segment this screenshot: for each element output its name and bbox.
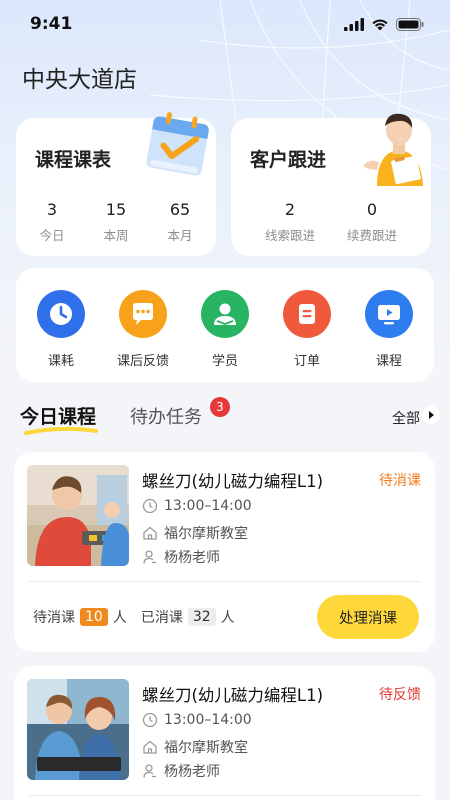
stat-value: 3	[46, 200, 58, 219]
stat-value: 65	[169, 200, 191, 219]
quick-action-courses[interactable]: 课程	[353, 290, 425, 369]
course-screen-icon	[365, 290, 413, 338]
battery-icon	[396, 17, 424, 31]
view-all-link[interactable]: 全部	[392, 408, 420, 428]
quick-action-orders[interactable]: 订单	[271, 290, 343, 369]
calendar-check-icon	[146, 112, 209, 176]
card-divider	[28, 581, 421, 582]
course-schedule-card[interactable]: 课程课表 3 今日 15 本周 65 本月	[16, 112, 216, 256]
quick-action-label: 学员	[211, 354, 238, 369]
followup-stats: 2 线索跟进 0 续费跟进	[231, 200, 431, 244]
course-photo	[27, 465, 129, 566]
person-outline-icon	[143, 764, 156, 778]
quick-action-label: 订单	[293, 354, 320, 369]
clock-icon	[37, 290, 85, 338]
tab-today-courses[interactable]: 今日课程	[20, 402, 96, 429]
pending-count-badge: 10	[80, 608, 108, 626]
quick-actions-row: 课耗 课后反馈 学员 订单 课程	[16, 290, 434, 369]
course-room: 福尔摩斯教室	[164, 526, 248, 542]
customer-followup-card[interactable]: 客户跟进 2 线索跟进 0 续费跟进	[231, 113, 431, 256]
course-tabs: 今日课程 待办任务 3 全部	[20, 397, 440, 440]
order-icon	[283, 290, 331, 338]
customer-followup-title: 客户跟进	[250, 149, 327, 171]
stat-value: 2	[284, 200, 296, 219]
course-status: 待反馈	[379, 687, 421, 703]
unit-label: 人	[112, 610, 127, 626]
home-outline-icon	[143, 740, 157, 754]
card-divider	[28, 795, 421, 796]
unit-label: 人	[220, 610, 235, 626]
status-time: 9:41	[30, 14, 73, 34]
arrow-right-icon[interactable]	[422, 406, 440, 424]
clock-outline-icon	[142, 498, 158, 514]
pending-label: 待消课	[33, 610, 75, 626]
course-teacher-line: 杨杨老师	[142, 761, 220, 781]
course-time: 13:00–14:00	[164, 498, 252, 514]
course-photo	[27, 679, 129, 780]
home-outline-icon	[143, 526, 157, 540]
stat-label: 今日	[39, 228, 65, 243]
quick-action-students[interactable]: 学员	[189, 290, 261, 369]
done-label: 已消课	[140, 610, 183, 626]
attendance-counts: 待消课 10 人 已消课 32 人	[33, 607, 235, 627]
course-time-line: 13:00–14:00	[142, 712, 252, 728]
stat-label: 续费跟进	[346, 228, 397, 243]
person-outline-icon	[143, 550, 156, 564]
stat-label: 本月	[167, 228, 193, 243]
quick-action-consumption[interactable]: 课耗	[25, 290, 97, 369]
course-schedule-title: 课程课表	[35, 149, 112, 171]
todo-count-badge: 3	[210, 397, 230, 417]
course-name: 螺丝刀(幼儿磁力编程L1)	[142, 686, 324, 705]
clock-outline-icon	[142, 712, 158, 728]
stat-renewal-followup[interactable]: 0 续费跟进	[347, 200, 397, 244]
course-status: 待消课	[379, 473, 421, 489]
course-card[interactable]: 螺丝刀(幼儿磁力编程L1) 待消课 13:00–14:00 福尔摩斯教室 杨杨老…	[14, 452, 435, 652]
schedule-stats: 3 今日 15 本周 65 本月	[16, 200, 216, 244]
course-teacher: 杨杨老师	[164, 764, 220, 780]
tab-todo-tasks[interactable]: 待办任务	[130, 403, 202, 429]
course-teacher: 杨杨老师	[164, 550, 220, 566]
stat-label: 线索跟进	[264, 228, 315, 243]
course-teacher-line: 杨杨老师	[142, 547, 220, 567]
course-time: 13:00–14:00	[164, 712, 252, 728]
stat-value: 15	[105, 200, 127, 219]
cellular-signal-icon	[344, 17, 364, 31]
stat-today[interactable]: 3 今日	[27, 200, 77, 244]
student-icon	[201, 290, 249, 338]
process-consumption-button[interactable]: 处理消课	[317, 595, 419, 639]
course-room-line: 福尔摩斯教室	[142, 737, 248, 757]
store-title[interactable]: 中央大道店	[22, 60, 137, 94]
quick-action-label: 课耗	[47, 354, 74, 369]
stat-week[interactable]: 15 本周	[91, 200, 141, 244]
chat-bubble-icon	[119, 290, 167, 338]
course-room: 福尔摩斯教室	[164, 740, 248, 756]
status-bar: 9:41	[0, 0, 450, 48]
wifi-icon	[372, 19, 388, 30]
status-icons	[344, 17, 424, 31]
stat-month[interactable]: 65 本月	[155, 200, 205, 244]
quick-action-feedback[interactable]: 课后反馈	[107, 290, 179, 369]
course-room-line: 福尔摩斯教室	[142, 523, 248, 543]
stat-lead-followup[interactable]: 2 线索跟进	[265, 200, 315, 244]
done-count-badge: 32	[187, 608, 216, 626]
person-clipboard-icon	[363, 113, 423, 186]
stat-value: 0	[366, 200, 378, 219]
course-time-line: 13:00–14:00	[142, 498, 252, 514]
course-name: 螺丝刀(幼儿磁力编程L1)	[142, 472, 324, 491]
quick-actions-card: 课耗 课后反馈 学员 订单 课程	[16, 268, 434, 382]
quick-action-label: 课后反馈	[116, 354, 169, 369]
course-card[interactable]: 螺丝刀(幼儿磁力编程L1) 待反馈 13:00–14:00 福尔摩斯教室 杨杨老…	[14, 666, 435, 800]
quick-action-label: 课程	[375, 354, 402, 369]
stat-label: 本周	[103, 228, 129, 243]
